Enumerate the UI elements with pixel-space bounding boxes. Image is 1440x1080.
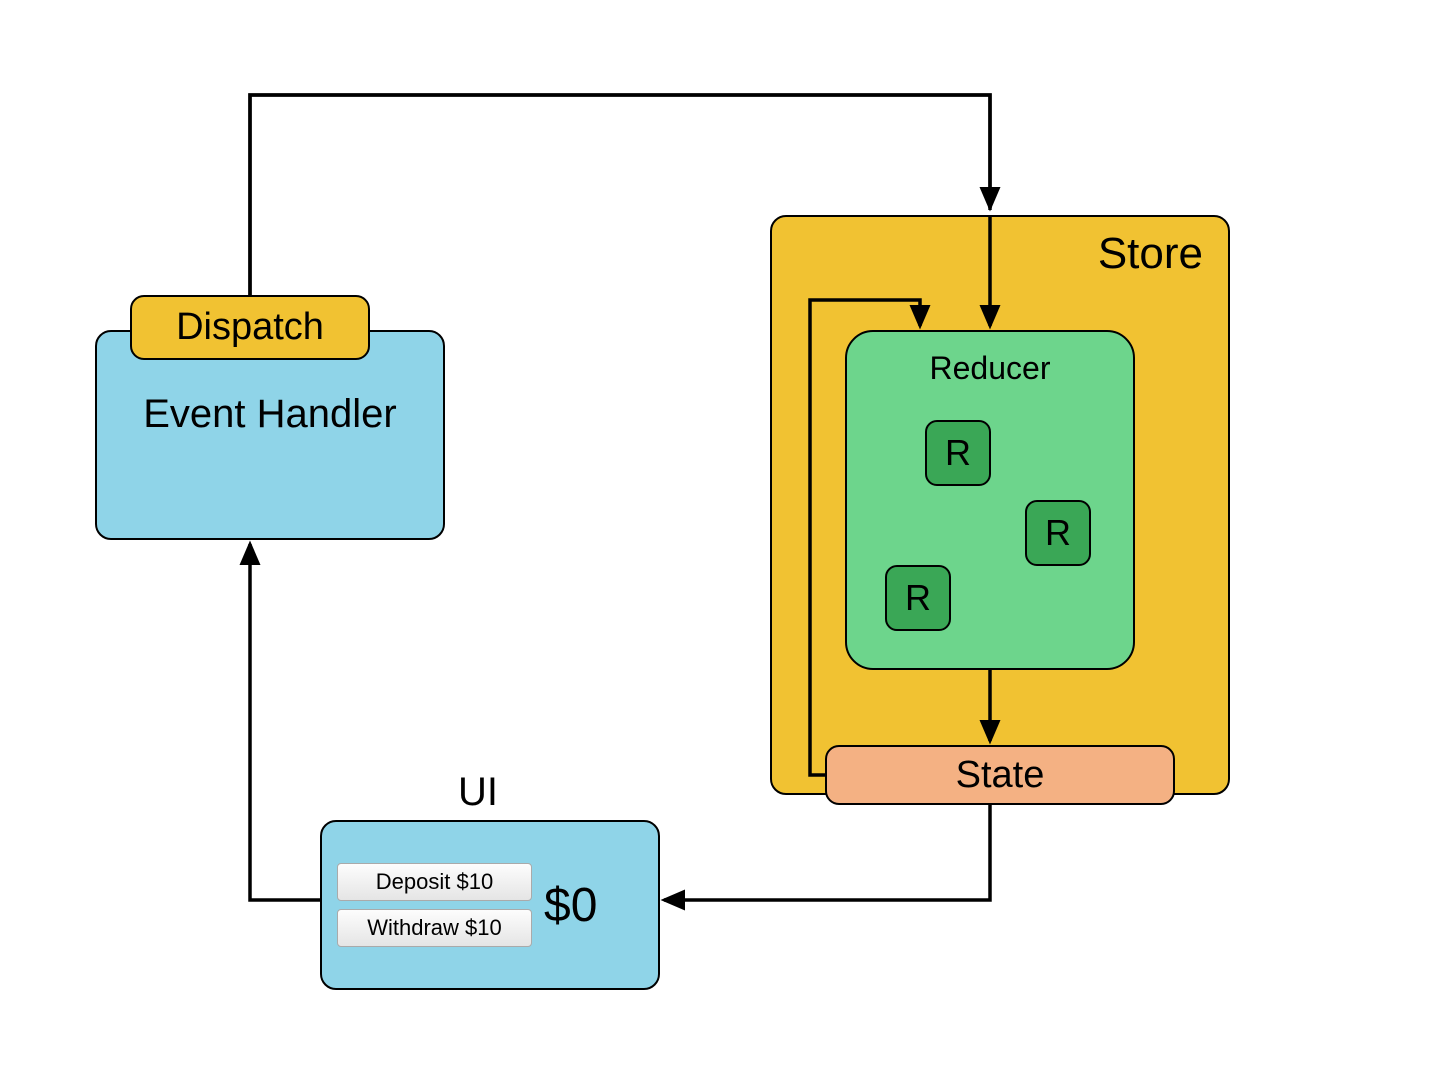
event-handler-label: Event Handler bbox=[97, 392, 443, 437]
dispatch-box: Dispatch bbox=[130, 295, 370, 360]
ui-box: Deposit $10 Withdraw $10 $0 bbox=[320, 820, 660, 990]
ui-heading: UI bbox=[458, 770, 498, 815]
deposit-button[interactable]: Deposit $10 bbox=[337, 863, 532, 901]
store-label: Store bbox=[1098, 229, 1203, 279]
state-box: State bbox=[825, 745, 1175, 805]
dispatch-label: Dispatch bbox=[176, 306, 324, 349]
withdraw-button[interactable]: Withdraw $10 bbox=[337, 909, 532, 947]
state-label: State bbox=[956, 754, 1045, 797]
reducer-chip: R bbox=[885, 565, 951, 631]
reducer-chip: R bbox=[925, 420, 991, 486]
event-handler-box: Event Handler bbox=[95, 330, 445, 540]
ui-buttons-group: Deposit $10 Withdraw $10 bbox=[337, 863, 532, 947]
reducer-label: Reducer bbox=[847, 350, 1133, 387]
balance-amount: $0 bbox=[544, 878, 597, 933]
reducer-chip: R bbox=[1025, 500, 1091, 566]
